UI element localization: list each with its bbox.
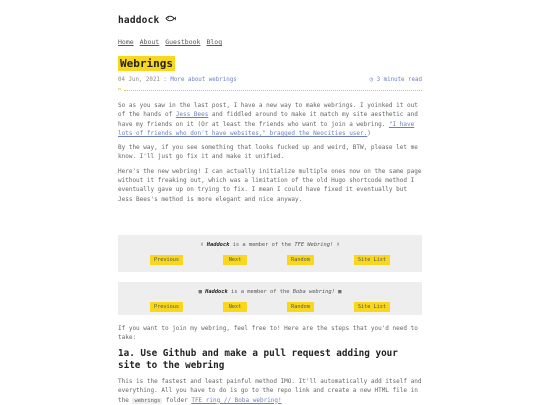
paragraph-github: This is the fastest and least painful me… — [118, 377, 422, 405]
ring-repo-link[interactable]: TFE ring // Boba webring! — [191, 397, 281, 404]
next-button[interactable]: Next — [223, 255, 248, 266]
next-button[interactable]: Next — [223, 302, 248, 313]
paragraph-btw: By the way, if you see something that lo… — [118, 144, 418, 161]
fish-icon: ☓ — [200, 242, 204, 248]
webring-caption: ▩ Haddock is a member of the Boba webrin… — [118, 288, 422, 296]
webrings-folder-code: webrings — [132, 397, 163, 404]
boba-icon: ▩ — [338, 289, 342, 295]
post-body: So as you saw in the last post, I have a… — [118, 101, 422, 209]
meta-separator: : — [163, 77, 167, 83]
jess-bees-link[interactable]: Jess Bees — [176, 111, 209, 118]
webring-boba: ▩ Haddock is a member of the Boba webrin… — [118, 282, 422, 315]
nav-about[interactable]: About — [140, 37, 160, 47]
text: ) — [367, 129, 371, 137]
webring-buttons: Previous Next Random Site List — [118, 255, 422, 266]
section-heading: 1a. Use Github and make a pull request a… — [118, 348, 398, 372]
dotted-line — [123, 89, 422, 91]
read-time-text: 3 minute read — [376, 77, 422, 83]
text: is a member of the — [232, 242, 292, 248]
paragraph-intro: So as you saw in the last post, I have a… — [118, 101, 422, 138]
nav-guestbook[interactable]: Guestbook — [165, 37, 200, 47]
nav-blog[interactable]: Blog — [206, 37, 222, 47]
ring-member-name: Haddock — [205, 289, 228, 295]
ring-name: TFE Webring! — [294, 242, 334, 248]
previous-button[interactable]: Previous — [150, 255, 184, 266]
previous-button[interactable]: Previous — [150, 302, 184, 313]
webring-buttons: Previous Next Random Site List — [118, 302, 422, 313]
site-list-button[interactable]: Site List — [353, 255, 390, 266]
fish-icon: ☓ — [336, 242, 340, 248]
read-time: ◷ 3 minute read — [370, 76, 422, 85]
text: folder — [162, 396, 192, 404]
ring-member-name: Haddock — [206, 242, 230, 248]
post-date: 04 Jun, 2021 — [118, 77, 160, 83]
webring-caption: ☓ Haddock is a member of the TFE Webring… — [118, 241, 422, 249]
brand-name: haddock — [118, 15, 160, 26]
post-meta: 04 Jun, 2021 : More about webrings ◷ 3 m… — [118, 76, 422, 85]
page-title: Webrings — [118, 56, 175, 72]
fish-icon — [165, 14, 177, 28]
site-brand[interactable]: haddock — [118, 14, 177, 29]
site-list-button[interactable]: Site List — [353, 302, 390, 313]
title-divider: ✂ — [118, 86, 422, 94]
random-button[interactable]: Random — [287, 302, 314, 313]
paragraph-new-webring: Here's the new webring! I can actually i… — [118, 167, 422, 203]
boba-icon: ▩ — [198, 289, 202, 295]
random-button[interactable]: Random — [287, 255, 314, 266]
clock-icon: ◷ — [369, 77, 374, 83]
main-nav: Home About Guestbook Blog — [118, 37, 222, 47]
nav-home[interactable]: Home — [118, 37, 134, 47]
webring-tfe: ☓ Haddock is a member of the TFE Webring… — [118, 235, 422, 272]
more-about-link[interactable]: More about webrings — [170, 77, 236, 83]
text: is a member of the — [231, 289, 290, 295]
paragraph-join: If you want to join my webring, feel fre… — [118, 325, 418, 342]
ring-name: Boba webring! — [292, 289, 335, 295]
scissors-icon: ✂ — [118, 86, 122, 94]
post-date-line: 04 Jun, 2021 : More about webrings — [118, 76, 237, 85]
